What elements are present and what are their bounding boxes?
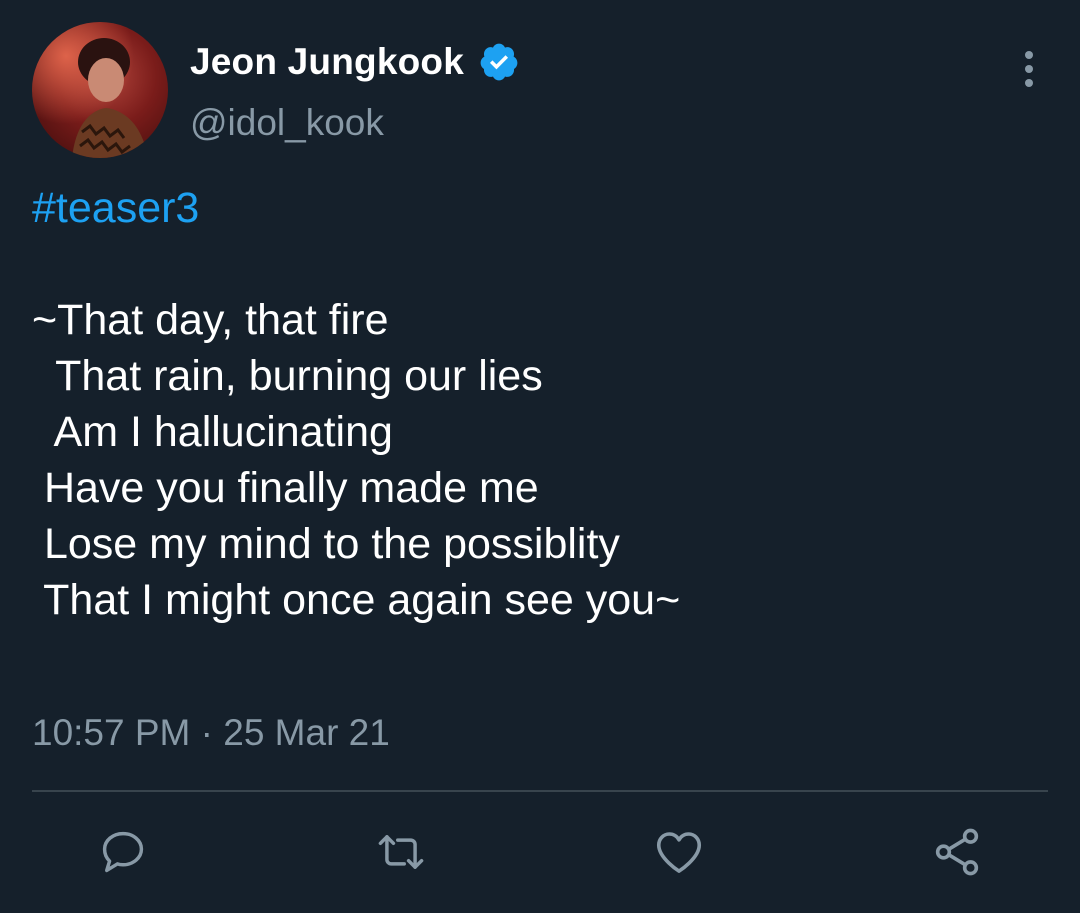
reply-button[interactable] [93,822,153,882]
tweet-text: #teaser3 ~That day, that fire That rain,… [32,180,1032,628]
tweet-header: Jeon Jungkook @idol_kook [32,20,1048,160]
avatar[interactable] [32,22,168,158]
author-name-row: Jeon Jungkook [190,40,520,84]
share-button[interactable] [927,822,987,882]
hashtag-link[interactable]: #teaser3 [32,184,199,232]
retweet-icon [378,835,424,869]
heart-icon [656,832,702,873]
share-icon [935,828,979,876]
retweet-button[interactable] [371,822,431,882]
author-display-name[interactable]: Jeon Jungkook [190,41,464,83]
tweet-timestamp[interactable]: 10:57 PM · 25 Mar 21 [32,712,390,754]
divider [32,790,1048,792]
more-vertical-icon[interactable] [1018,48,1040,90]
tweet-body: ~That day, that fire That rain, burning … [32,296,681,624]
verified-badge-icon [480,43,518,81]
like-button[interactable] [649,822,709,882]
tweet-actions [0,822,1080,882]
reply-icon [102,831,144,873]
author-handle[interactable]: @idol_kook [190,102,384,144]
